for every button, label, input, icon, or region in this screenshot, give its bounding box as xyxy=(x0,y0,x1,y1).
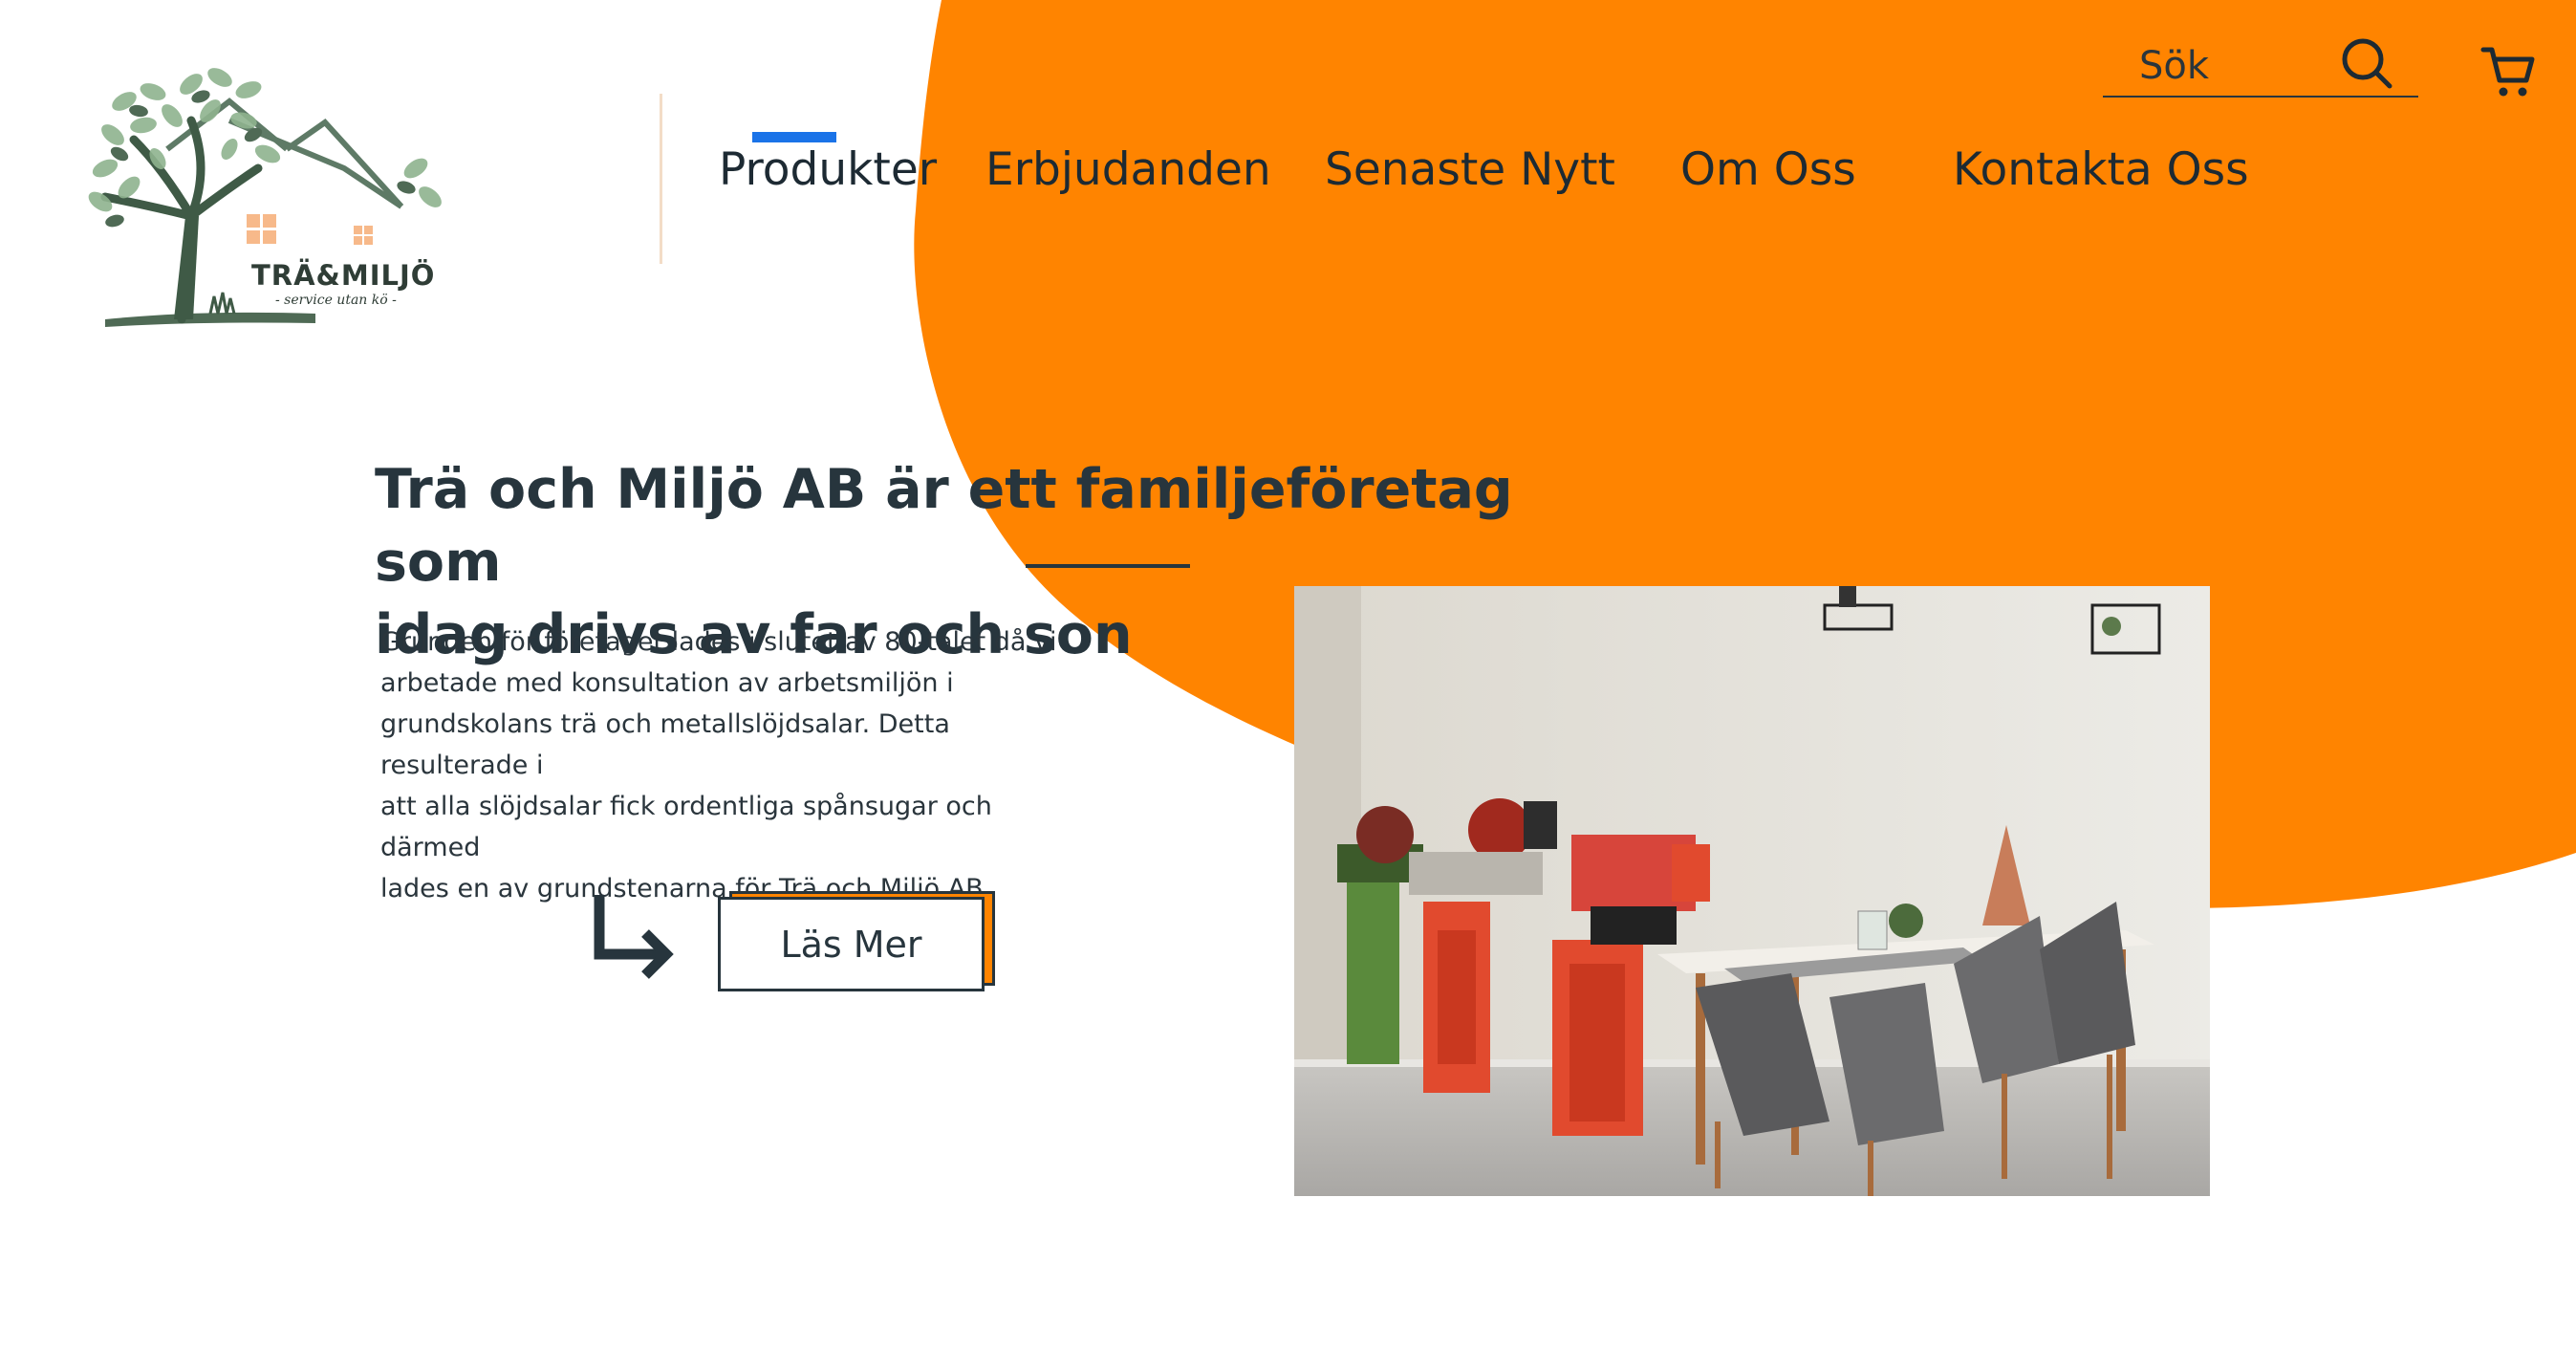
headline-underline xyxy=(1026,564,1190,568)
description-line: att alla slöjdsalar fick ordentliga spån… xyxy=(380,792,992,862)
description-line: arbetade med konsultation av arbetsmiljö… xyxy=(380,668,954,698)
description-line: Grunden för företaget lades i slutet av … xyxy=(380,627,1057,657)
nav-active-indicator xyxy=(752,132,836,142)
nav-item-om-oss[interactable]: Om Oss xyxy=(1680,143,1856,196)
cart-icon[interactable] xyxy=(2480,42,2536,101)
hero-description: Grunden för företaget lades i slutet av … xyxy=(380,621,1088,909)
arrow-down-right-icon xyxy=(594,895,674,979)
nav-item-senaste-nytt[interactable]: Senaste Nytt xyxy=(1325,143,1615,196)
brand-tagline: - service utan kö - xyxy=(275,293,397,308)
search-placeholder: Sök xyxy=(2139,44,2210,88)
workshop-photo xyxy=(1294,586,2210,1196)
brand-logo[interactable]: TRÄ&MILJÖ - service utan kö - xyxy=(86,63,478,340)
hero-headline-line-1: Trä och Miljö AB är ett familjeföretag s… xyxy=(375,458,1513,594)
nav-item-kontakta-oss[interactable]: Kontakta Oss xyxy=(1953,143,2249,196)
nav-item-produkter[interactable]: Produkter xyxy=(719,143,937,196)
search-icon[interactable] xyxy=(2340,36,2393,90)
brand-name: TRÄ&MILJÖ xyxy=(251,259,436,292)
header-divider xyxy=(660,94,662,264)
read-more-button[interactable]: Läs Mer xyxy=(718,897,985,991)
description-line: grundskolans trä och metallslöjdsalar. D… xyxy=(380,709,950,780)
nav-item-erbjudanden[interactable]: Erbjudanden xyxy=(985,143,1271,196)
